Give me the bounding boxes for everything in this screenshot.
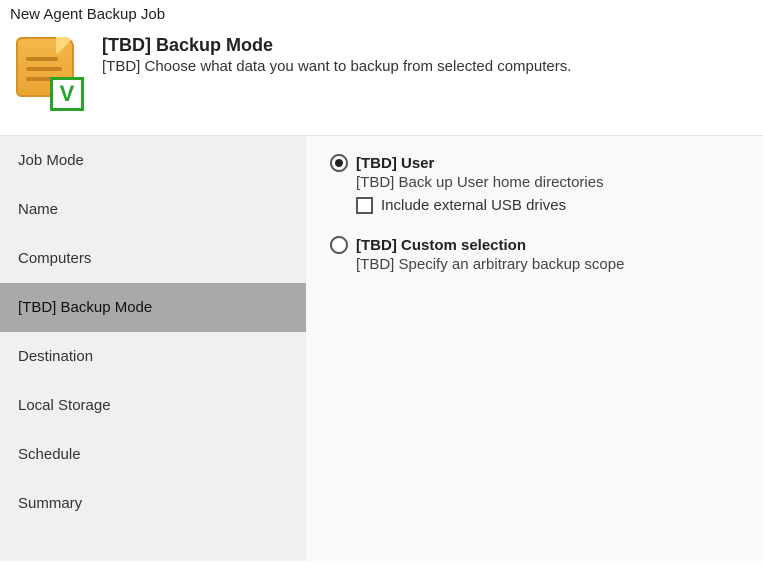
radio-icon [330,236,348,254]
v-badge-icon: V [50,77,84,111]
checkbox-icon [356,197,373,214]
sidebar-item-local-storage[interactable]: Local Storage [0,381,306,430]
sidebar-item-summary[interactable]: Summary [0,479,306,528]
option-user-title: [TBD] User [356,155,434,172]
content-pane: [TBD] User [TBD] Back up User home direc… [306,135,763,561]
option-user-desc: [TBD] Back up User home directories [356,174,739,191]
sidebar-item-name[interactable]: Name [0,185,306,234]
header-text: [TBD] Backup Mode [TBD] Choose what data… [88,33,571,75]
option-user: [TBD] User [TBD] Back up User home direc… [330,154,739,214]
radio-icon [330,154,348,172]
window-title: New Agent Backup Job [0,0,763,23]
sidebar-item-computers[interactable]: Computers [0,234,306,283]
option-custom: [TBD] Custom selection [TBD] Specify an … [330,236,739,273]
wizard-header: V [TBD] Backup Mode [TBD] Choose what da… [0,23,763,135]
wizard-steps-sidebar: Job Mode Name Computers [TBD] Backup Mod… [0,135,306,561]
radio-user[interactable]: [TBD] User [330,154,739,172]
sidebar-item-backup-mode[interactable]: [TBD] Backup Mode [0,283,306,332]
checkbox-include-usb-label: Include external USB drives [381,197,566,214]
sidebar-item-schedule[interactable]: Schedule [0,430,306,479]
option-custom-desc: [TBD] Specify an arbitrary backup scope [356,256,739,273]
radio-custom[interactable]: [TBD] Custom selection [330,236,739,254]
header-icon-wrap: V [10,33,88,111]
option-custom-title: [TBD] Custom selection [356,237,526,254]
page-subtitle: [TBD] Choose what data you want to backu… [102,58,571,75]
sidebar-item-destination[interactable]: Destination [0,332,306,381]
page-title: [TBD] Backup Mode [102,35,571,56]
checkbox-include-usb[interactable]: Include external USB drives [356,197,739,214]
sidebar-item-job-mode[interactable]: Job Mode [0,136,306,185]
